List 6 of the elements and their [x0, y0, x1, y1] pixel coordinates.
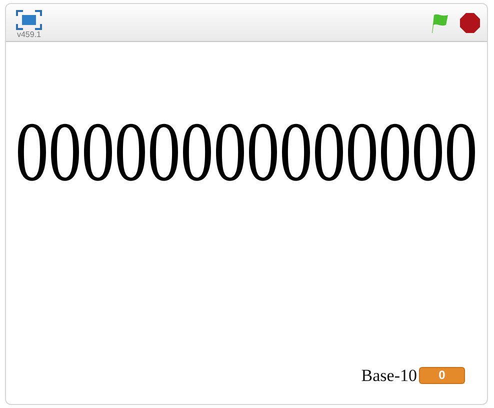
fullscreen-icon[interactable]: [16, 10, 42, 30]
display-digits: 00000000000000: [16, 110, 478, 196]
monitor-value: 0: [419, 366, 465, 384]
stop-icon[interactable]: [459, 12, 481, 34]
version-label: v459.1: [16, 31, 42, 39]
monitor-label: Base-10: [361, 364, 417, 386]
